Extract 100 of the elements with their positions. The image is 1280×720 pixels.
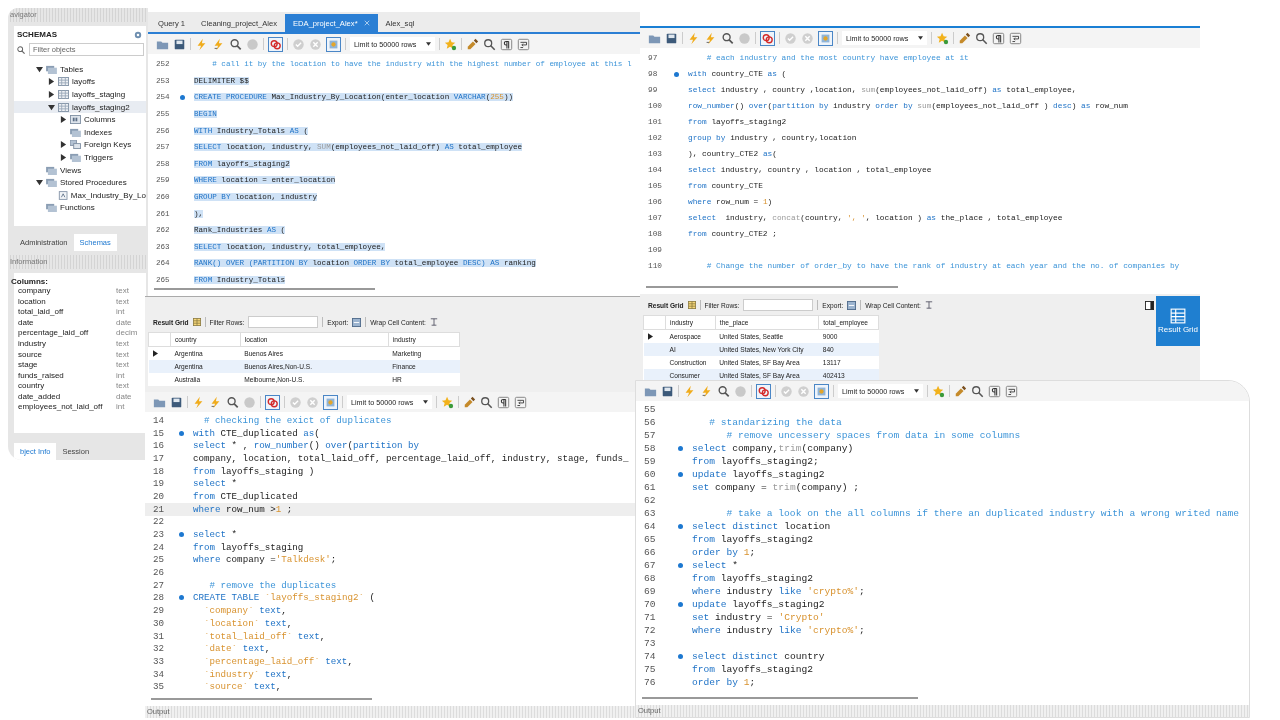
expander-icon[interactable]: [60, 116, 67, 124]
code-line: `total_laid_off` text,: [203, 630, 326, 642]
toggle-icon[interactable]: [323, 394, 338, 410]
line-number: 56: [643, 417, 657, 428]
filter-field[interactable]: [743, 299, 814, 311]
column-type: int: [116, 307, 126, 318]
column-name: source: [18, 349, 42, 361]
expander-icon[interactable]: [36, 65, 43, 73]
code-line: from layoffs_staging2: [692, 664, 813, 675]
check-icon[interactable]: [784, 31, 797, 45]
tree-item[interactable]: Foreign Keys: [14, 138, 146, 152]
line-number: 68: [643, 573, 657, 584]
save-icon[interactable]: [661, 384, 674, 398]
toggle-icon[interactable]: [268, 36, 283, 52]
panel-toggle-icon[interactable]: [1145, 300, 1154, 310]
line-number: 24: [152, 541, 166, 553]
tree-item[interactable]: Functions: [14, 201, 146, 215]
toggle-icon[interactable]: [326, 36, 341, 52]
pilcrow-icon[interactable]: [988, 384, 1002, 398]
save-icon[interactable]: [665, 31, 678, 45]
magnifier-icon[interactable]: [717, 384, 730, 398]
check-icon[interactable]: [780, 384, 793, 398]
tree-item[interactable]: layoffs_staging: [14, 88, 146, 101]
lightning-icon[interactable]: [192, 395, 205, 409]
tree-item[interactable]: layoffs_staging2: [14, 100, 146, 114]
toggle-icon[interactable]: [756, 383, 771, 399]
tree-item[interactable]: Views: [14, 163, 146, 177]
tree-item[interactable]: Triggers: [14, 151, 146, 164]
tree-item[interactable]: Stored Procedures: [14, 176, 146, 189]
toggle-icon[interactable]: [265, 394, 280, 410]
line-number: 19: [152, 478, 166, 490]
search-icon[interactable]: [971, 384, 985, 398]
line-number: 16: [152, 440, 166, 452]
line-number: 62: [643, 495, 657, 506]
table-icon: [58, 102, 69, 112]
code-line: from layoffs_staging2: [692, 534, 813, 545]
expander-icon[interactable]: [48, 91, 55, 98]
search-icon: [17, 45, 25, 54]
lightning-icon[interactable]: [195, 37, 208, 51]
star-icon[interactable]: [936, 31, 950, 45]
pilcrow-icon[interactable]: [992, 31, 1006, 45]
expander-icon[interactable]: [48, 103, 55, 111]
pilcrow-icon[interactable]: [497, 395, 511, 409]
procedure-icon: [57, 190, 68, 200]
code-line: `location` text,: [203, 617, 293, 629]
code-line: select distinct location: [692, 521, 831, 532]
lightning-icon[interactable]: [687, 31, 700, 45]
code-line: order by 1;: [692, 547, 756, 558]
line-number: 32: [152, 643, 166, 655]
line-number: 14: [152, 414, 166, 426]
save-icon[interactable]: [170, 395, 183, 409]
toggle-icon[interactable]: [760, 30, 775, 46]
code-line: `industry` text,: [203, 668, 293, 680]
toggle-icon[interactable]: [814, 383, 829, 399]
grid-icon[interactable]: [192, 318, 201, 326]
expander-icon[interactable]: [36, 179, 43, 187]
line-number: 76: [643, 677, 657, 688]
tree-item[interactable]: Max_Industry_By_Lo: [14, 188, 146, 202]
tree-item[interactable]: layoffs: [14, 75, 146, 89]
close-icon[interactable]: [363, 20, 370, 26]
schemas-heading: SCHEMAS: [17, 30, 57, 39]
magnifier-icon[interactable]: [229, 37, 242, 51]
search-icon[interactable]: [480, 395, 494, 409]
refresh-icon[interactable]: [134, 30, 142, 39]
star-icon[interactable]: [444, 37, 458, 51]
magnifier-icon[interactable]: [226, 395, 239, 409]
grid-icon[interactable]: [687, 301, 696, 309]
magnifier-icon[interactable]: [721, 31, 734, 45]
check-icon[interactable]: [292, 37, 305, 51]
code-line: set industry = 'Crypto': [692, 612, 825, 623]
line-number: 25: [152, 554, 166, 566]
expander-icon[interactable]: [60, 141, 67, 149]
tree-item[interactable]: Columns: [14, 113, 146, 126]
export-icon[interactable]: [352, 317, 362, 327]
line-number: 59: [643, 456, 657, 467]
code-line: update layoffs_staging2: [692, 599, 825, 610]
filter-field[interactable]: [248, 316, 319, 328]
caret-icon: [423, 400, 429, 404]
column-name: funds_raised: [18, 370, 64, 382]
info-heading: Columns:: [11, 276, 49, 286]
expander-icon[interactable]: [60, 153, 67, 161]
tree-item[interactable]: Tables: [14, 63, 146, 76]
toggle-icon[interactable]: [818, 30, 833, 46]
keys-icon: [70, 140, 81, 150]
column-type: date: [116, 317, 133, 329]
line-number: 66: [643, 547, 657, 558]
export-icon[interactable]: [847, 300, 857, 310]
star-icon[interactable]: [441, 395, 455, 409]
line-number: 35: [152, 681, 166, 693]
search-icon[interactable]: [483, 37, 497, 51]
result-grid-button[interactable]: Result Grid: [1156, 296, 1200, 346]
line-number: 71: [643, 612, 657, 623]
lightning-icon[interactable]: [683, 384, 696, 398]
tree-item[interactable]: Indexes: [14, 125, 146, 139]
search-icon[interactable]: [975, 31, 989, 45]
expander-icon[interactable]: [48, 78, 55, 86]
save-icon[interactable]: [173, 37, 186, 51]
check-icon[interactable]: [289, 395, 302, 409]
star-icon[interactable]: [932, 384, 946, 398]
pilcrow-icon[interactable]: [500, 37, 514, 51]
